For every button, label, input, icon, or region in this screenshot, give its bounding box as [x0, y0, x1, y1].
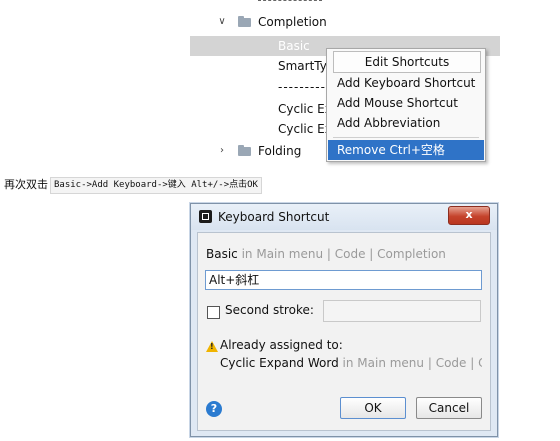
app-icon [199, 210, 212, 223]
instruction-text: 再次双击 [4, 178, 48, 191]
second-stroke-checkbox[interactable] [207, 306, 220, 319]
folder-icon [238, 145, 251, 156]
already-assigned-label: Already assigned to: [220, 338, 343, 352]
keyboard-shortcut-dialog: Keyboard Shortcut x Basic in Main menu |… [190, 203, 498, 437]
tree-node-label: Folding [258, 144, 302, 158]
action-name: Basic [206, 247, 238, 261]
context-menu: Edit Shortcuts Add Keyboard Shortcut Add… [326, 48, 486, 162]
dialog-titlebar[interactable]: Keyboard Shortcut x [191, 204, 497, 230]
folder-icon [238, 16, 251, 27]
help-icon[interactable]: ? [206, 401, 222, 417]
menu-item-add-mouse-shortcut[interactable]: Add Mouse Shortcut [337, 93, 458, 113]
close-icon: x [465, 208, 473, 221]
menu-item-add-abbreviation[interactable]: Add Abbreviation [337, 113, 440, 133]
action-path: Basic in Main menu | Code | Completion [206, 247, 446, 261]
warning-icon [206, 341, 218, 352]
chevron-down-icon[interactable]: ∨ [214, 12, 230, 32]
conflict-action: Cyclic Expand Word [220, 356, 339, 370]
context-menu-header: Edit Shortcuts [333, 51, 481, 73]
second-stroke-label: Second stroke: [225, 303, 314, 317]
instruction-code: Basic->Add Keyboard->键入 Alt+/->点击OK [50, 177, 262, 194]
shortcut-input[interactable]: Alt+斜杠 [205, 270, 482, 290]
second-stroke-input[interactable] [323, 300, 481, 322]
menu-separator [333, 137, 479, 138]
tree-separator-top [258, 0, 322, 7]
conflict-location: in Main menu | Code | C [338, 356, 482, 370]
dialog-content: Basic in Main menu | Code | Completion A… [197, 232, 491, 431]
menu-item-remove-shortcut[interactable]: Remove Ctrl+空格 [328, 140, 484, 160]
chevron-right-icon[interactable]: › [214, 141, 230, 161]
ok-button[interactable]: OK [340, 397, 406, 419]
conflict-entry: Cyclic Expand Word in Main menu | Code |… [220, 356, 482, 370]
tree-node-basic[interactable]: Basic [278, 36, 310, 56]
tree-separator: --------- [278, 80, 326, 94]
tree-node-label: Completion [258, 15, 327, 29]
action-location: in Main menu | Code | Completion [237, 247, 446, 261]
instruction-line: 再次双击 Basic->Add Keyboard->键入 Alt+/->点击OK [4, 176, 262, 194]
close-button[interactable]: x [448, 206, 490, 225]
cancel-button[interactable]: Cancel [416, 397, 482, 419]
menu-item-add-keyboard-shortcut[interactable]: Add Keyboard Shortcut [337, 73, 475, 93]
dialog-title: Keyboard Shortcut [218, 210, 330, 224]
